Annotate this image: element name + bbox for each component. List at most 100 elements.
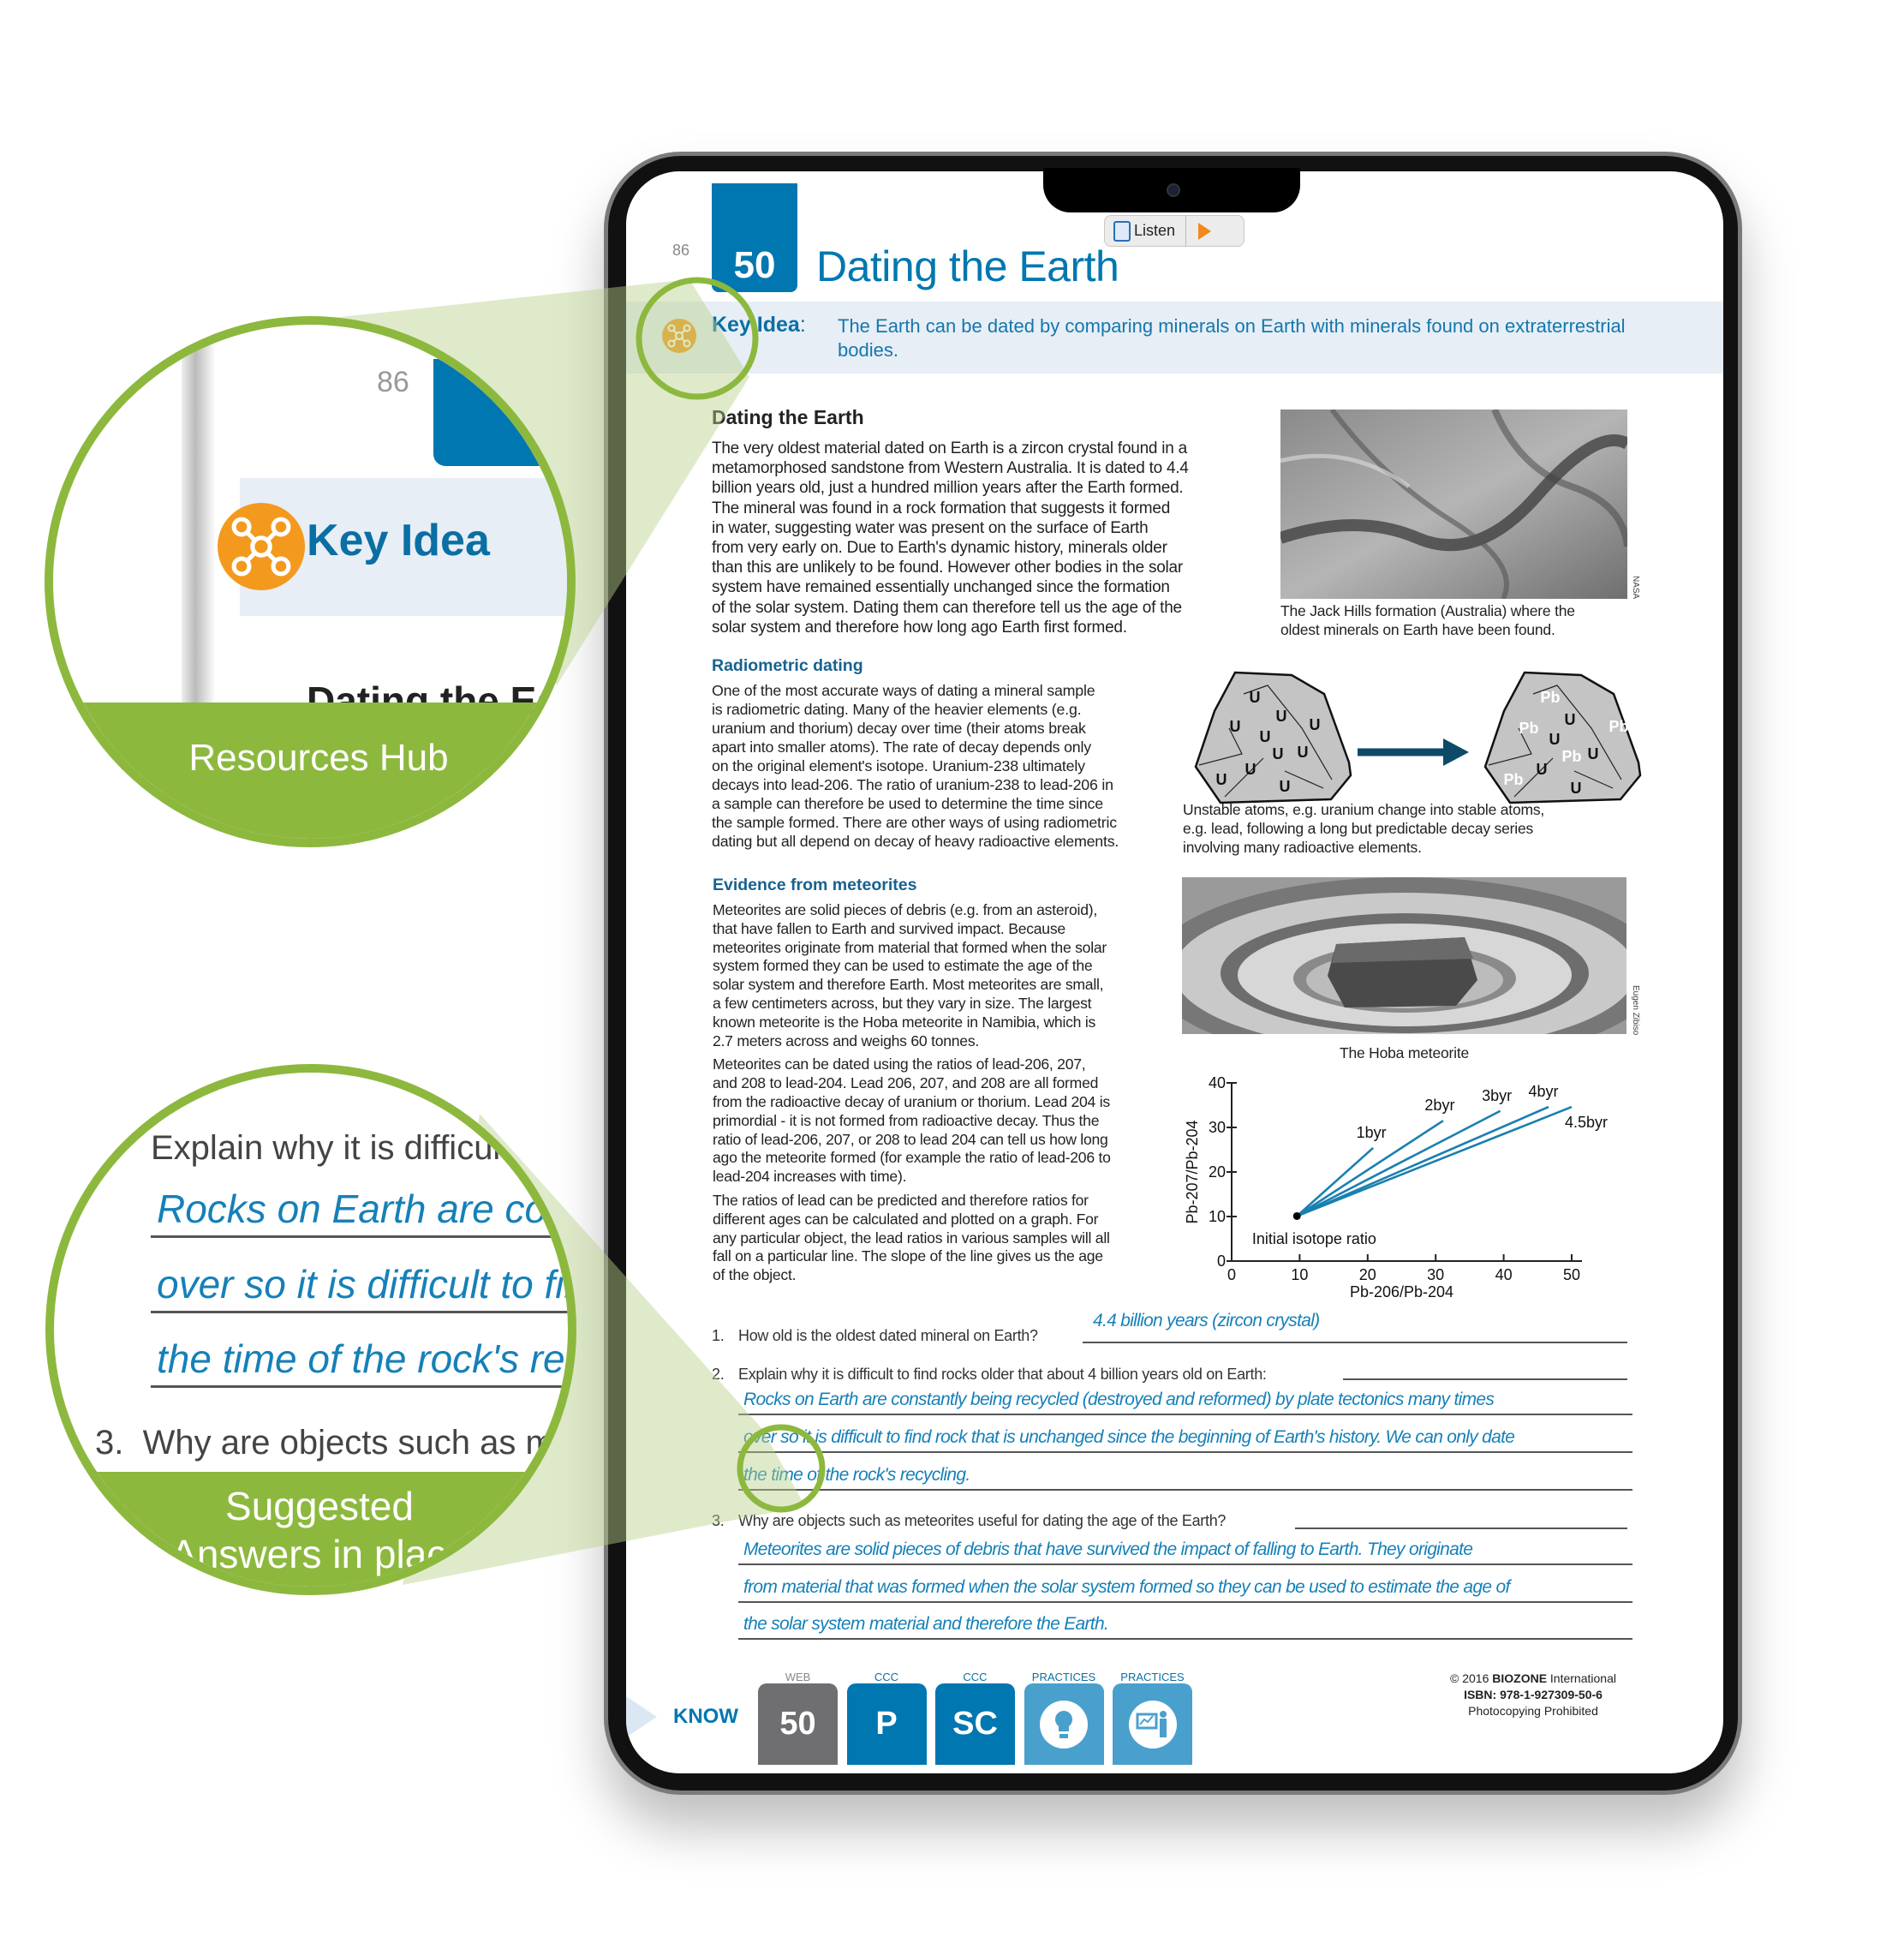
text-line: The Jack Hills formation (Australia) whe…	[1280, 602, 1575, 619]
answer-rule	[1295, 1528, 1627, 1529]
x-tick-label: 30	[1427, 1266, 1444, 1283]
answer-rule	[151, 1311, 568, 1313]
text-line: a few centimeters across, but they vary …	[713, 994, 1092, 1012]
text-line: from the radioactive decay of uranium or…	[713, 1092, 1110, 1110]
answer-rule	[738, 1489, 1632, 1491]
uranium-atom-label: U	[1260, 728, 1271, 745]
answer-line-zoomed: over so it is difficult to find rock tha…	[157, 1262, 568, 1306]
resources-hub-icon-zoomed	[218, 503, 305, 590]
resource-tile-sc[interactable]: SC	[935, 1683, 1015, 1765]
resource-tile-p[interactable]: P	[846, 1683, 927, 1765]
uranium-atom-label: U	[1273, 745, 1284, 762]
listen-label: Listen	[1134, 222, 1176, 239]
uranium-atom-label: U	[1571, 780, 1582, 797]
answer-text[interactable]: from material that was formed when the s…	[743, 1577, 1510, 1598]
hoba-meteorite-photo	[1182, 877, 1626, 1034]
resources-hub-icon[interactable]	[662, 319, 696, 353]
tile-label: PRACTICES	[1031, 1671, 1096, 1683]
lightbulb-icon	[1040, 1700, 1088, 1749]
section-heading-radiometric: Radiometric dating	[712, 656, 863, 675]
text-line: a sample can therefore be used to determ…	[712, 795, 1103, 812]
question-text: Why are objects such as meteorites usefu…	[738, 1512, 1227, 1529]
decay-diagram: UUU UUU UUU UPbPb PbPbPbUUUUU	[1194, 671, 1642, 804]
isbn: ISBN: 978-1-927309-50-6	[1464, 1688, 1603, 1701]
tile-label: CCC	[963, 1671, 988, 1683]
divider	[1185, 215, 1187, 247]
listen-button[interactable]: Listen	[1104, 215, 1244, 247]
x-tick-label: 10	[1291, 1266, 1308, 1283]
isochron-line-4.5byr	[1296, 1105, 1573, 1217]
resources-hub-callout: 86 Key Idea Dating the Earth Resources H…	[45, 316, 576, 847]
text-line: e.g. lead, following a long but predicta…	[1183, 820, 1534, 837]
lead-atom-label: Pb	[1540, 689, 1560, 706]
text-line: oldest minerals on Earth have been found…	[1280, 621, 1555, 638]
y-tick-label: 10	[1209, 1208, 1226, 1225]
text-line: meteorites originate from material that …	[713, 938, 1107, 956]
text-line: One of the most accurate ways of dating …	[712, 682, 1095, 699]
hoba-caption: The Hoba meteorite	[1339, 1044, 1470, 1061]
key-idea-colon: :	[799, 313, 806, 337]
answer-rule	[738, 1601, 1632, 1603]
answer-text[interactable]: the solar system material and therefore …	[743, 1614, 1109, 1635]
lead-atom-label: Pb	[1519, 720, 1538, 737]
resource-tile-presenter-chart-icon[interactable]	[1113, 1683, 1192, 1765]
question-text: Explain why it is difficult to find rock…	[738, 1366, 1267, 1383]
uranium-atom-label: U	[1216, 771, 1227, 788]
question-number: 2.	[712, 1366, 725, 1383]
text-line: decays into lead-206. The ratio of urani…	[712, 776, 1113, 793]
lead-atom-label: Pb	[1561, 748, 1581, 765]
play-icon[interactable]	[1198, 222, 1212, 240]
decay-caption: Unstable atoms, e.g. uranium change into…	[1183, 800, 1544, 857]
copyright-block: © 2016 BIOZONE International ISBN: 978-1…	[1405, 1671, 1662, 1719]
question-3-zoomed: 3. Why are objects such as meteorites us…	[95, 1424, 568, 1462]
key-idea-text: The Earth can be dated by comparing mine…	[838, 315, 1626, 361]
text-line: any particular object, the lead ratios i…	[713, 1229, 1110, 1247]
copyright-prefix: © 2016	[1450, 1671, 1493, 1685]
isochron-line-3byr	[1296, 1109, 1501, 1217]
text-line: Unstable atoms, e.g. uranium change into…	[1183, 801, 1545, 818]
text-line: dating but all depend on decay of heavy …	[712, 833, 1119, 850]
key-idea-label-zoomed: Key Idea	[307, 516, 490, 565]
section3-body: Meteorites are solid pieces of debris (e…	[713, 901, 1111, 1285]
text-line: solar system and therefore how long ago …	[712, 618, 1127, 637]
tile-label: PRACTICES	[1120, 1671, 1185, 1683]
x-tick-label: 40	[1495, 1266, 1513, 1283]
know-arrow-icon	[626, 1696, 657, 1737]
resource-tile-lightbulb-icon[interactable]	[1024, 1683, 1104, 1765]
uranium-atom-label: U	[1276, 708, 1287, 725]
answer-text[interactable]: Rocks on Earth are constantly being recy…	[743, 1390, 1495, 1410]
page-title: Dating the Earth	[816, 242, 1119, 290]
jack-hills-caption: The Jack Hills formation (Australia) whe…	[1280, 601, 1575, 639]
answer-text[interactable]: over so it is difficult to find rock tha…	[743, 1427, 1515, 1448]
text-line: 2.7 meters across and weighs 60 tonnes.	[713, 1031, 980, 1049]
photo-credit: NASA	[1631, 576, 1640, 600]
answer-rule	[1343, 1378, 1627, 1380]
text-line: ago the meteorite formed (for example th…	[713, 1149, 1111, 1167]
initial-isotope-label: Initial isotope ratio	[1252, 1230, 1376, 1247]
speaker-document-icon	[1113, 220, 1131, 242]
answer-line-zoomed: the time of the rock's recycling.	[157, 1336, 568, 1381]
jack-hills-photo	[1280, 410, 1627, 599]
decay-arrow-head	[1443, 738, 1469, 766]
suggested-answers-callout: Explain why it is difficult to find rock…	[45, 1064, 576, 1595]
answer-rule	[738, 1638, 1632, 1640]
text-line: involving many radioactive elements.	[1183, 839, 1422, 856]
series-label: 3byr	[1482, 1087, 1512, 1104]
tile-value: P	[875, 1706, 898, 1742]
resource-tile-50[interactable]: 50	[758, 1683, 838, 1765]
series-label: 4byr	[1528, 1083, 1558, 1100]
text-line: in water, suggesting water was present o…	[712, 518, 1149, 537]
answer-text[interactable]: Meteorites are solid pieces of debris th…	[743, 1539, 1473, 1560]
copyright-notice: Photocopying Prohibited	[1468, 1704, 1598, 1718]
text-line: the sample formed. There are other ways …	[712, 814, 1117, 831]
answer-text[interactable]: 4.4 billion years (zircon crystal)	[1093, 1311, 1320, 1331]
text-line: primordial - it is not formed from radio…	[713, 1111, 1100, 1129]
answer-text[interactable]: the time of the rock's recycling.	[743, 1465, 970, 1486]
question-text: How old is the oldest dated mineral on E…	[738, 1327, 1038, 1344]
text-line: on the original element's isotope. Urani…	[712, 757, 1085, 774]
answer-rule	[151, 1235, 568, 1238]
text-line: fall on a particular line. The slope of …	[713, 1247, 1103, 1265]
initial-isotope-point	[1292, 1211, 1301, 1220]
activity-number-box-zoomed	[433, 359, 567, 466]
photo-credit: Eugen Zibiso	[1631, 985, 1640, 1036]
